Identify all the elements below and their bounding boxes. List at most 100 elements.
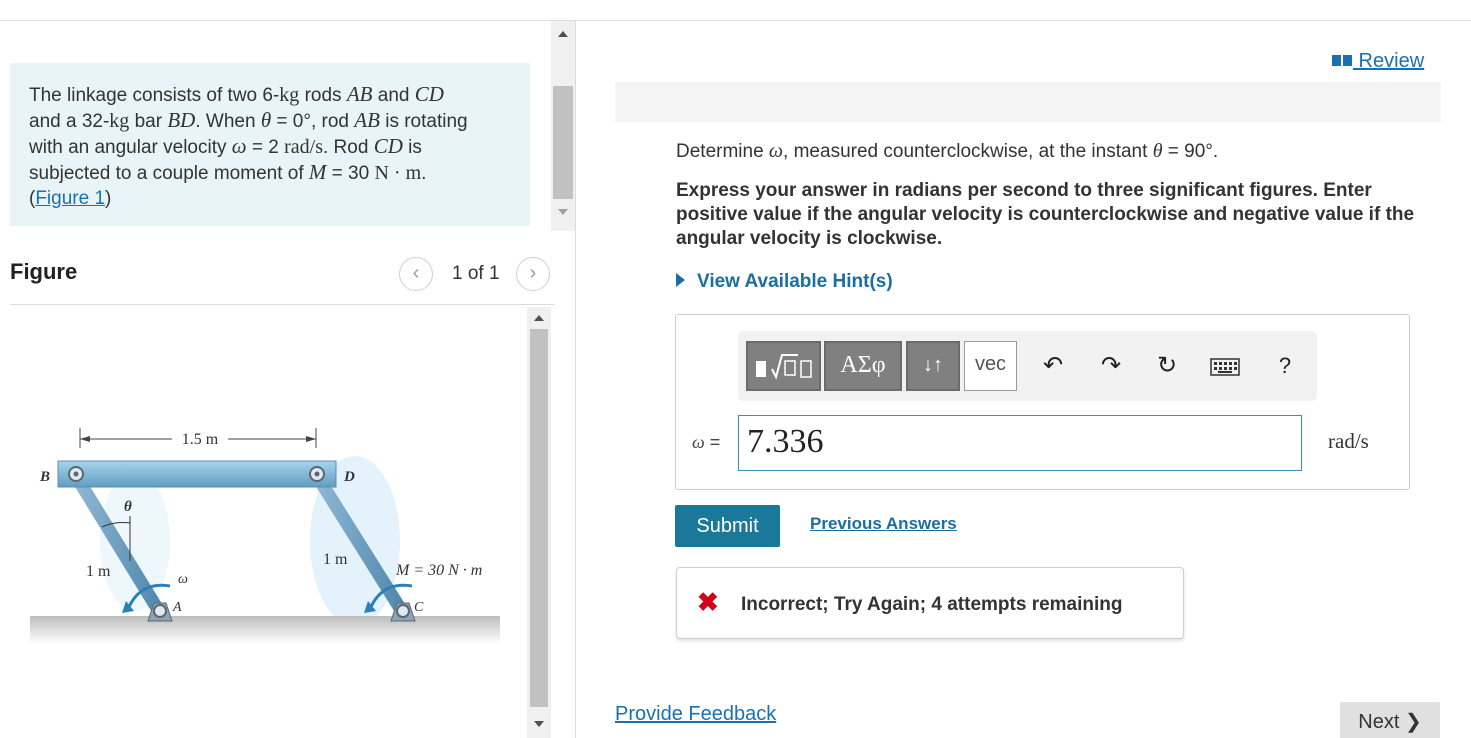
ground (30, 616, 500, 644)
math-omega: ω (768, 140, 784, 162)
problem-text: is rotating (379, 111, 468, 132)
problem-text: . (421, 163, 427, 184)
next-button[interactable]: Next ❯ (1340, 702, 1440, 738)
math-theta: θ (260, 108, 272, 132)
vector-button[interactable]: vec (964, 341, 1017, 391)
question-suffix: = 90°. (1162, 141, 1219, 162)
problem-scrollbar[interactable] (551, 21, 575, 231)
problem-text: The linkage consists of two 6- (29, 85, 280, 106)
answer-variable-label: ω = (692, 432, 720, 453)
unit-kg: kg (279, 84, 300, 106)
scroll-down-arrow-icon[interactable] (534, 721, 544, 727)
math-m: M (308, 160, 327, 184)
dimension-arrow (306, 436, 316, 442)
review-link[interactable]: Review (1331, 50, 1424, 73)
redo-icon[interactable]: ↷ (1096, 353, 1126, 379)
chevron-left-icon[interactable]: ‹ (399, 257, 433, 291)
figure-scrollbar[interactable] (527, 307, 551, 738)
expand-triangle-icon (676, 273, 685, 287)
scrollbar-thumb[interactable] (553, 86, 573, 199)
figure-title: Figure (10, 259, 78, 284)
label-d: D (343, 469, 355, 485)
undo-icon[interactable]: ↶ (1038, 353, 1068, 379)
problem-text: and a 32- (29, 111, 110, 132)
label-rod-right: 1 m (323, 551, 348, 568)
problem-text: bar (129, 111, 168, 132)
math-ab: AB (354, 108, 380, 132)
problem-text: and (372, 85, 415, 106)
linkage-figure: 1.5 m B D θ 1 m 1 m ω M = 30 N · m A C (10, 311, 525, 738)
answer-container: ΑΣφ ↓↑ vec ↶ ↷ ↻ ? ω = 7.336 rad/s (675, 314, 1410, 490)
label-theta: θ (124, 499, 132, 515)
incorrect-x-icon: ✖ (697, 587, 719, 617)
problem-text: = 30 (326, 163, 375, 184)
problem-text: , rod (310, 111, 355, 132)
greek-symbols-button[interactable]: ΑΣφ (824, 341, 902, 391)
problem-text: . Rod (323, 137, 374, 158)
keyboard-icon[interactable] (1208, 353, 1242, 379)
pin-c (396, 604, 410, 618)
label-span: 1.5 m (182, 431, 219, 448)
figure-link[interactable]: Figure 1 (35, 188, 105, 209)
math-omega: ω (692, 432, 705, 452)
unit-nm: N · m (374, 162, 422, 184)
label-a: A (172, 600, 182, 615)
templates-icon (755, 353, 812, 380)
previous-answers-link[interactable]: Previous Answers (810, 514, 957, 534)
problem-text: subjected to a couple moment of (29, 163, 309, 184)
problem-text: = 2 (246, 137, 285, 158)
math-cd: CD (414, 82, 444, 106)
scrollbar-thumb[interactable] (530, 329, 548, 707)
problem-statement: The linkage consists of two 6-kg rods AB… (10, 63, 530, 226)
math-ab: AB (346, 82, 373, 106)
math-theta: θ (1152, 140, 1163, 162)
feedback-message-box: ✖ Incorrect; Try Again; 4 attempts remai… (676, 567, 1184, 639)
question-prefix: Determine (676, 141, 769, 162)
math-omega: ω (231, 134, 247, 158)
scroll-down-arrow-icon[interactable] (558, 209, 568, 215)
label-moment: M = 30 N · m (395, 562, 482, 579)
review-label: Review (1353, 50, 1425, 72)
label-omega: ω (178, 572, 188, 587)
provide-feedback-link[interactable]: Provide Feedback (615, 703, 776, 726)
math-cd: CD (373, 134, 403, 158)
problem-text: is (402, 137, 422, 158)
scroll-up-arrow-icon[interactable] (558, 31, 568, 37)
problem-text: = 0° (271, 111, 311, 132)
math-bd: BD (167, 108, 196, 132)
figure-separator (10, 304, 555, 305)
equals-sign: = (704, 432, 721, 452)
pin-d-center (314, 471, 320, 477)
figure-pager: ‹ 1 of 1 › (399, 257, 555, 291)
linkage-diagram: 1.5 m B D θ 1 m 1 m ω M = 30 N · m A C (30, 428, 500, 644)
figure-page-count: 1 of 1 (452, 263, 500, 284)
bar-bd (57, 460, 337, 488)
problem-text: . When (195, 111, 261, 132)
unit-rads: rad/s (284, 136, 323, 158)
reset-icon[interactable]: ↻ (1152, 353, 1182, 379)
answer-unit: rad/s (1328, 429, 1369, 453)
problem-text: rods (299, 85, 347, 106)
label-c: C (414, 600, 424, 615)
feedback-message: Incorrect; Try Again; 4 attempts remaini… (741, 594, 1123, 615)
submit-button[interactable]: Submit (675, 505, 780, 547)
scroll-up-arrow-icon[interactable] (534, 315, 544, 321)
templates-button[interactable] (746, 341, 821, 391)
problem-text: with an angular velocity (29, 137, 232, 158)
unit-kg: kg (109, 110, 130, 132)
paren: ) (105, 188, 112, 209)
pin-a (153, 604, 167, 618)
label-b: B (39, 469, 50, 485)
chevron-right-icon[interactable]: › (516, 257, 550, 291)
pin-b-center (73, 471, 79, 477)
answer-input[interactable]: 7.336 (738, 415, 1302, 471)
math-toolbar: ΑΣφ ↓↑ vec ↶ ↷ ↻ ? (738, 331, 1317, 401)
question-text: Determine ω, measured counterclockwise, … (676, 140, 1218, 163)
pane-divider (575, 21, 576, 738)
help-button[interactable]: ? (1270, 353, 1300, 379)
view-hints-toggle[interactable]: View Available Hint(s) (676, 271, 893, 293)
book-icon (1332, 55, 1352, 66)
answer-instructions: Express your answer in radians per secon… (676, 180, 1415, 249)
left-pane: The linkage consists of two 6-kg rods AB… (0, 21, 575, 738)
subscript-superscript-button[interactable]: ↓↑ (906, 341, 960, 391)
